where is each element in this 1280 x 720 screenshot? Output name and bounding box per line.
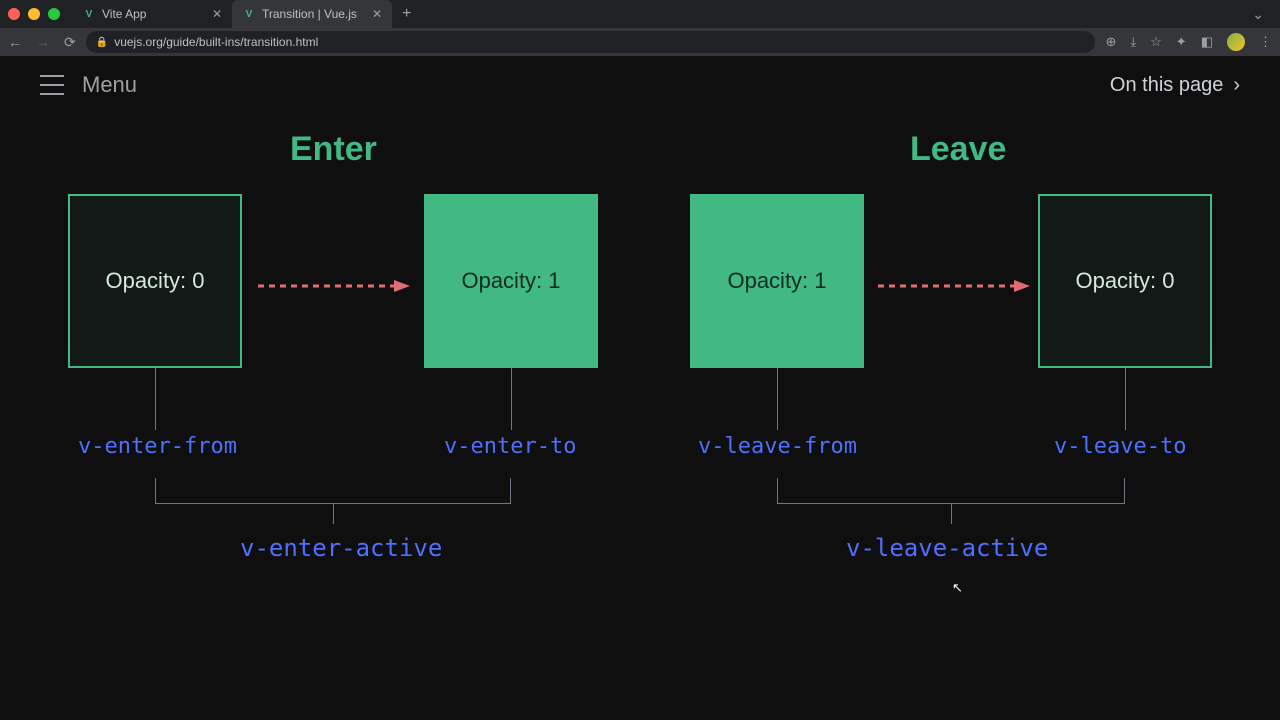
new-tab-button[interactable]: +	[392, 5, 421, 23]
leave-to-box: Opacity: 0	[1038, 194, 1212, 368]
browser-tabs: V Vite App ✕ V Transition | Vue.js ✕ +	[72, 0, 421, 28]
chevron-right-icon: ›	[1233, 74, 1240, 97]
maximize-window-icon[interactable]	[48, 8, 60, 20]
window-titlebar: V Vite App ✕ V Transition | Vue.js ✕ + ⌄	[0, 0, 1280, 28]
zoom-icon[interactable]: ⊕	[1105, 34, 1116, 50]
install-icon[interactable]: ⤓	[1130, 34, 1136, 50]
docs-menubar: Menu On this page ›	[0, 56, 1280, 114]
window-chevron-icon[interactable]: ⌄	[1252, 6, 1272, 23]
on-this-page-toggle[interactable]: On this page ›	[1110, 74, 1240, 97]
menu-label[interactable]: Menu	[82, 72, 137, 98]
enter-heading: Enter	[290, 130, 377, 169]
browser-toolbar: ← → ⟳ 🔒 vuejs.org/guide/built-ins/transi…	[0, 28, 1280, 56]
mouse-cursor-icon: ↖	[952, 580, 963, 596]
browser-tab-vite[interactable]: V Vite App ✕	[72, 0, 232, 28]
v-leave-from-label: v-leave-from	[698, 434, 857, 459]
vite-favicon-icon: V	[82, 7, 96, 21]
v-leave-active-label: v-leave-active	[846, 534, 1048, 562]
leave-from-text: Opacity: 1	[727, 268, 826, 294]
star-icon[interactable]: ☆	[1150, 34, 1162, 50]
connector-line	[777, 368, 778, 430]
v-leave-to-label: v-leave-to	[1054, 434, 1186, 459]
enter-to-box: Opacity: 1	[424, 194, 598, 368]
profile-avatar[interactable]	[1227, 33, 1245, 51]
close-window-icon[interactable]	[8, 8, 20, 20]
address-bar[interactable]: 🔒 vuejs.org/guide/built-ins/transition.h…	[86, 31, 1096, 53]
minimize-window-icon[interactable]	[28, 8, 40, 20]
v-enter-from-label: v-enter-from	[78, 434, 237, 459]
leave-to-text: Opacity: 0	[1075, 268, 1174, 294]
tab-title: Vite App	[102, 7, 146, 21]
menu-kebab-icon[interactable]: ⋮	[1259, 34, 1272, 50]
back-button[interactable]: ←	[8, 34, 22, 50]
leave-active-bracket	[777, 478, 1125, 504]
v-enter-active-label: v-enter-active	[240, 534, 442, 562]
leave-from-box: Opacity: 1	[690, 194, 864, 368]
tab-title: Transition | Vue.js	[262, 7, 357, 21]
connector-line	[333, 504, 334, 524]
enter-from-text: Opacity: 0	[105, 268, 204, 294]
hamburger-menu-icon[interactable]	[40, 75, 64, 95]
lock-icon: 🔒	[96, 37, 108, 48]
connector-line	[1125, 368, 1126, 430]
connector-line	[155, 368, 156, 430]
connector-line	[511, 368, 512, 430]
on-this-page-label: On this page	[1110, 74, 1223, 97]
forward-button[interactable]: →	[36, 34, 50, 50]
close-tab-icon[interactable]: ✕	[212, 7, 222, 21]
v-enter-to-label: v-enter-to	[444, 434, 576, 459]
page-content: Menu On this page › Enter Leave Opacity:…	[0, 56, 1280, 720]
transition-diagram: Enter Leave Opacity: 0 Opacity: 1 Opacit…	[0, 114, 1280, 720]
enter-to-text: Opacity: 1	[461, 268, 560, 294]
leave-heading: Leave	[910, 130, 1006, 169]
connector-line	[951, 504, 952, 524]
enter-active-bracket	[155, 478, 511, 504]
reload-button[interactable]: ⟳	[64, 34, 76, 51]
vue-favicon-icon: V	[242, 7, 256, 21]
close-tab-icon[interactable]: ✕	[372, 7, 382, 21]
url-text: vuejs.org/guide/built-ins/transition.htm…	[114, 35, 318, 49]
browser-tab-transition[interactable]: V Transition | Vue.js ✕	[232, 0, 392, 28]
panel-icon[interactable]: ◧	[1201, 34, 1213, 50]
extensions-icon[interactable]: ✦	[1176, 34, 1187, 50]
traffic-lights	[8, 8, 60, 20]
enter-from-box: Opacity: 0	[68, 194, 242, 368]
